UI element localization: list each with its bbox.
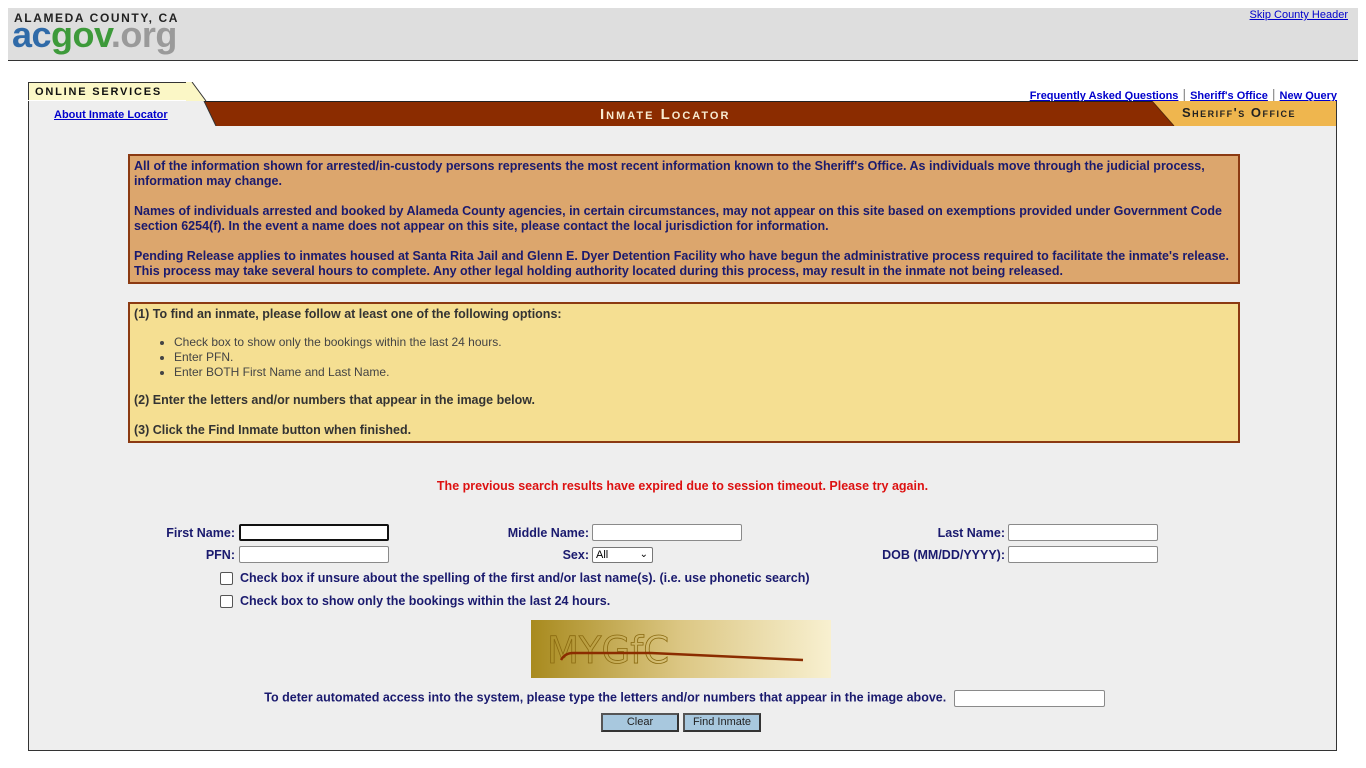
instruction-step-2: (2) Enter the letters and/or numbers tha… <box>134 393 536 407</box>
find-inmate-button[interactable]: Find Inmate <box>683 713 761 732</box>
middle-name-label: Middle Name: <box>507 526 589 540</box>
notice-paragraph: All of the information shown for arreste… <box>134 159 1205 188</box>
instruction-option: Enter PFN. <box>174 350 1234 365</box>
captcha-text: MYGfC <box>547 629 669 672</box>
phonetic-search-label: Check box if unsure about the spelling o… <box>240 571 810 585</box>
online-services-tab: ONLINE SERVICES <box>28 82 188 100</box>
top-nav-links: Frequently Asked Questions | Sheriff's Off… <box>1030 86 1337 102</box>
captcha-instruction-text: To deter automated access into the syste… <box>264 690 947 705</box>
last-name-input[interactable] <box>1008 524 1158 541</box>
notice-paragraph: Names of individuals arrested and booked… <box>134 204 1223 233</box>
middle-name-input[interactable] <box>592 524 742 541</box>
notice-paragraph: Pending Release applies to inmates house… <box>134 249 1229 278</box>
captcha-instruction: To deter automated access into the syste… <box>29 689 1336 707</box>
notice-box: All of the information shown for arreste… <box>128 154 1240 284</box>
last-24-hours-label: Check box to show only the bookings with… <box>240 594 611 608</box>
sex-select[interactable]: All ⌄ <box>592 547 653 563</box>
last-24-hours-option[interactable]: Check box to show only the bookings with… <box>220 594 610 608</box>
sheriffs-office-label: Sheriff's Office <box>1182 105 1296 120</box>
pfn-label: PFN: <box>205 548 235 562</box>
sub-tab-slope <box>188 101 217 126</box>
acgov-logo[interactable]: acgov.org <box>12 17 177 53</box>
about-inmate-locator-link[interactable]: About Inmate Locator <box>54 109 168 121</box>
link-separator: | <box>1271 86 1276 102</box>
sheriffs-office-tab: Sheriff's Office <box>1152 101 1337 126</box>
logo-org: .org <box>110 14 178 55</box>
sex-label: Sex: <box>562 548 589 562</box>
county-header: ALAMEDA COUNTY, CA acgov.org Skip County… <box>8 8 1358 61</box>
chevron-down-icon: ⌄ <box>639 549 648 560</box>
phonetic-search-option[interactable]: Check box if unsure about the spelling o… <box>220 571 810 585</box>
clear-button[interactable]: Clear <box>601 713 679 732</box>
instruction-step-3: (3) Click the Find Inmate button when fi… <box>134 423 412 437</box>
instruction-options: Check box to show only the bookings with… <box>134 335 1234 380</box>
inmate-locator-app: ONLINE SERVICES Frequently Asked Questio… <box>28 80 1337 751</box>
last-24-hours-checkbox[interactable] <box>220 594 233 608</box>
dob-input[interactable] <box>1008 546 1158 563</box>
captcha-image: MYGfC <box>531 620 831 678</box>
main-content: All of the information shown for arreste… <box>28 126 1337 751</box>
instruction-step-1: (1) To find an inmate, please follow at … <box>134 307 562 321</box>
phonetic-search-checkbox[interactable] <box>220 571 233 585</box>
session-timeout-error: The previous search results have expired… <box>436 479 929 493</box>
pfn-input[interactable] <box>239 546 389 563</box>
dob-label: DOB (MM/DD/YYYY): <box>882 548 1005 562</box>
first-name-input[interactable] <box>239 524 389 541</box>
skip-county-header-link[interactable]: Skip County Header <box>1250 9 1348 21</box>
logo-gov: gov <box>51 14 111 55</box>
link-separator: | <box>1182 86 1187 102</box>
page-title: Inmate Locator <box>600 106 731 123</box>
logo-ac: ac <box>12 14 52 55</box>
instructions-box: (1) To find an inmate, please follow at … <box>128 302 1240 443</box>
sex-selected-value: All <box>596 549 609 561</box>
captcha-input[interactable] <box>953 690 1105 707</box>
instruction-option: Enter BOTH First Name and Last Name. <box>174 365 1234 380</box>
sub-tab: About Inmate Locator <box>28 101 191 126</box>
last-name-label: Last Name: <box>937 526 1005 540</box>
first-name-label: First Name: <box>166 526 235 540</box>
instruction-option: Check box to show only the bookings with… <box>174 335 1234 350</box>
